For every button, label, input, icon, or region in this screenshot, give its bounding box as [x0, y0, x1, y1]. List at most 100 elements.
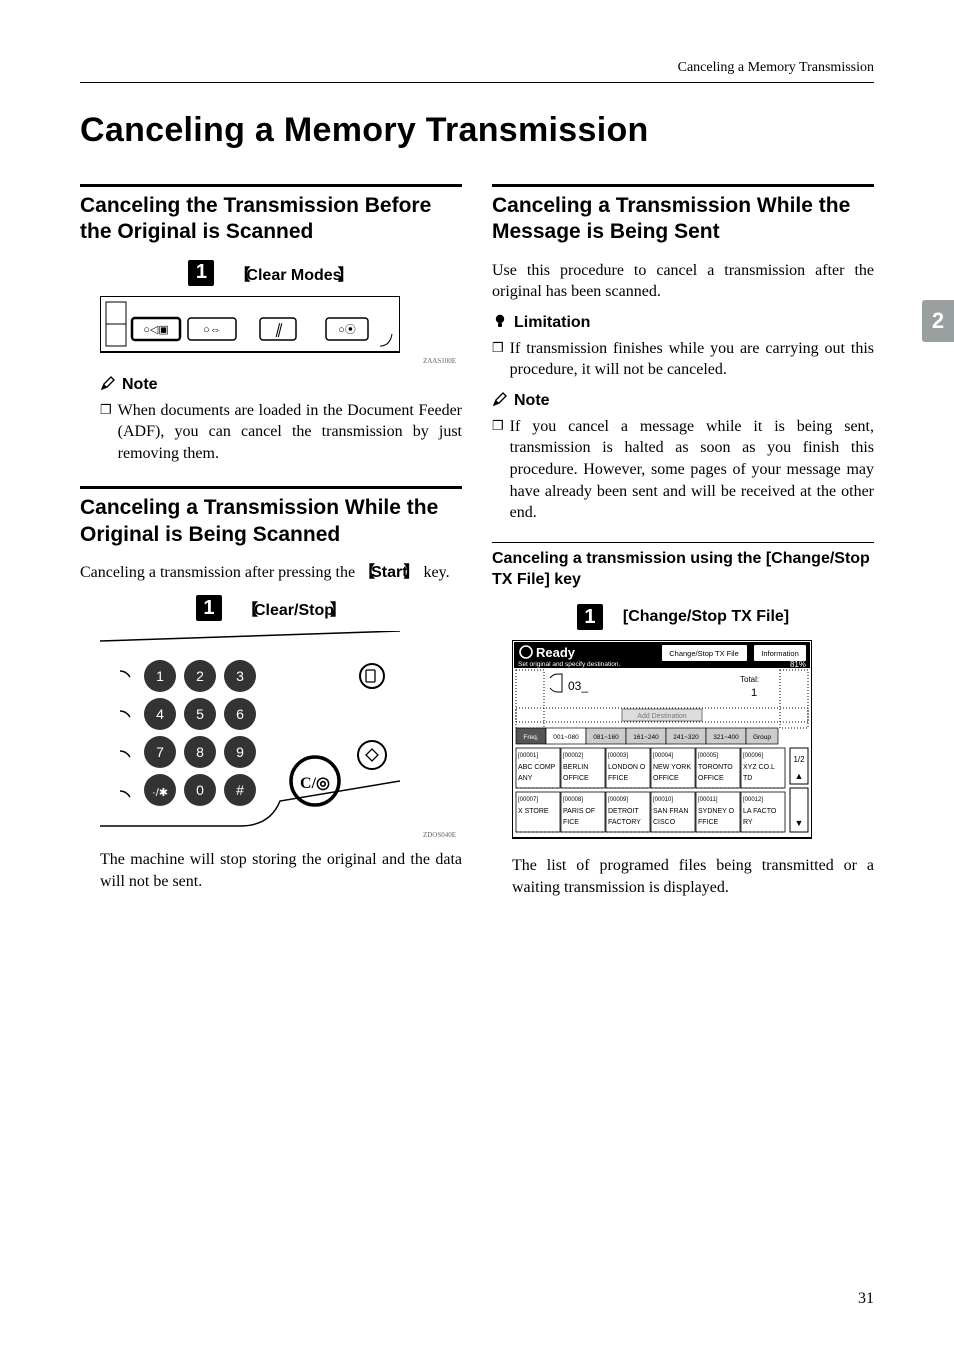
svg-text:LONDON O: LONDON O — [608, 764, 646, 771]
svg-text:▲: ▲ — [795, 771, 804, 781]
note-heading: Note — [492, 391, 874, 412]
limitation-heading: Limitation — [492, 313, 874, 334]
svg-text:RY: RY — [743, 819, 753, 826]
chapter-tab: 2 — [922, 300, 954, 342]
header-rule — [80, 82, 874, 83]
svg-text:2: 2 — [196, 668, 204, 684]
step-number-badge: 1 — [188, 260, 214, 286]
limitation-label: Limitation — [514, 314, 590, 332]
svg-text:Change/Stop TX File: Change/Stop TX File — [669, 649, 739, 658]
page-title: Canceling a Memory Transmission — [80, 111, 874, 150]
svg-text:TORONTO: TORONTO — [698, 764, 733, 771]
svg-text:[00004]: [00004] — [653, 753, 673, 759]
svg-text:XYZ CO.L: XYZ CO.L — [743, 764, 775, 771]
illustration-code: ZAAS100E — [100, 357, 456, 365]
svg-text:[00011]: [00011] — [698, 797, 718, 803]
svg-text:ABC COMP: ABC COMP — [518, 764, 556, 771]
svg-text:3: 3 — [236, 668, 244, 684]
svg-text:NEW YORK: NEW YORK — [653, 764, 691, 771]
svg-text:8: 8 — [196, 744, 204, 760]
svg-text:[00010]: [00010] — [653, 797, 673, 803]
svg-text:○⦿: ○⦿ — [338, 323, 356, 336]
svg-text:[00006]: [00006] — [743, 753, 763, 759]
svg-text:9: 9 — [236, 744, 244, 760]
keypad-illustration: C/◎ 1 2 3 4 5 6 — [100, 631, 462, 839]
section-rule — [80, 486, 462, 489]
svg-text:Add Destination: Add Destination — [637, 713, 687, 720]
svg-text:FFICE: FFICE — [608, 775, 629, 782]
subsection-rule — [492, 542, 874, 543]
svg-text:OFFICE: OFFICE — [698, 775, 724, 782]
display-ready-label: Ready — [536, 645, 576, 660]
step-1-clear-modes: 1 Clear Modes — [80, 260, 462, 286]
svg-text:[00007]: [00007] — [518, 797, 538, 803]
svg-text:1: 1 — [751, 687, 757, 699]
pencil-icon — [492, 391, 508, 412]
svg-text:OFFICE: OFFICE — [563, 775, 589, 782]
section-rule — [80, 184, 462, 187]
svg-text:[00001]: [00001] — [518, 753, 538, 759]
svg-text:161~240: 161~240 — [633, 734, 659, 741]
section-heading-before-scan: Canceling the Transmission Before the Or… — [80, 193, 462, 246]
clear-modes-key-label: Clear Modes — [234, 261, 353, 285]
svg-text:∥: ∥ — [275, 323, 283, 338]
note-label: Note — [514, 392, 550, 410]
svg-text:CISCO: CISCO — [653, 819, 676, 826]
svg-text:Group: Group — [753, 734, 771, 741]
illustration-code: ZDOS040E — [100, 831, 456, 839]
svg-text:FFICE: FFICE — [698, 819, 719, 826]
svg-text:1: 1 — [156, 668, 164, 684]
svg-text:0: 0 — [196, 782, 204, 798]
subsection-heading: Canceling a transmission using the [Chan… — [492, 549, 874, 591]
note-heading: Note — [100, 375, 462, 396]
section-heading-while-sending: Canceling a Transmission While the Messa… — [492, 193, 874, 246]
svg-text:DETROIT: DETROIT — [608, 808, 639, 815]
svg-text:#: # — [236, 782, 244, 798]
svg-text:OFFICE: OFFICE — [653, 775, 679, 782]
two-column-layout: Canceling the Transmission Before the Or… — [80, 184, 874, 899]
step-number-badge: 1 — [577, 604, 603, 630]
svg-text:○◁▣: ○◁▣ — [143, 324, 169, 336]
svg-text:321~400: 321~400 — [713, 734, 739, 741]
svg-text:[00002]: [00002] — [563, 753, 583, 759]
svg-text:○⇔: ○⇔ — [203, 324, 221, 336]
svg-text:[00012]: [00012] — [743, 797, 763, 803]
intro-paragraph: Canceling a transmission after pressing … — [80, 562, 462, 584]
section-rule — [492, 184, 874, 187]
limitation-bullet: ❒ If transmission finishes while you are… — [492, 338, 874, 381]
section-heading-while-scanning: Canceling a Transmission While the Origi… — [80, 495, 462, 548]
svg-text:[00005]: [00005] — [698, 753, 718, 759]
svg-text:X STORE: X STORE — [518, 808, 549, 815]
control-panel-illustration: ○◁▣ ○⇔ ∥ ○⦿ ZAAS100E — [100, 296, 462, 365]
svg-text:Total:: Total: — [740, 675, 759, 684]
intro-paragraph: Use this procedure to cancel a transmiss… — [492, 260, 874, 303]
note-bullet: ❒ If you cancel a message while it is be… — [492, 416, 874, 524]
note-label: Note — [122, 376, 158, 394]
svg-text:001~080: 001~080 — [553, 734, 579, 741]
step-1-clear-stop: 1 Clear/Stop — [80, 595, 462, 621]
lcd-display-illustration: Ready Set original and specify destinati… — [512, 640, 874, 845]
svg-text:081~160: 081~160 — [593, 734, 619, 741]
svg-text:7: 7 — [156, 744, 164, 760]
note-text: If you cancel a message while it is bein… — [510, 416, 874, 524]
right-column: Canceling a Transmission While the Messa… — [492, 184, 874, 899]
svg-text:81%: 81% — [790, 660, 806, 669]
step-1-change-stop-tx: 1 [Change/Stop TX File] — [492, 604, 874, 630]
svg-text:FACTORY: FACTORY — [608, 819, 641, 826]
left-column: Canceling the Transmission Before the Or… — [80, 184, 462, 899]
note-text: When documents are loaded in the Documen… — [118, 400, 462, 465]
step-number-badge: 1 — [196, 595, 222, 621]
clear-stop-key-label: Clear/Stop — [242, 596, 346, 620]
running-header: Canceling a Memory Transmission — [80, 60, 874, 76]
svg-text:241~320: 241~320 — [673, 734, 699, 741]
svg-text:FICE: FICE — [563, 819, 579, 826]
svg-text:SYDNEY O: SYDNEY O — [698, 808, 735, 815]
svg-text:ANY: ANY — [518, 775, 533, 782]
svg-text:1/2: 1/2 — [793, 755, 805, 764]
svg-text:[00008]: [00008] — [563, 797, 583, 803]
svg-text:[00003]: [00003] — [608, 753, 628, 759]
change-stop-tx-file-label: [Change/Stop TX File] — [623, 608, 789, 626]
svg-text:03_: 03_ — [568, 679, 588, 693]
page-number: 31 — [858, 1290, 874, 1308]
bullet-marker: ❒ — [492, 338, 504, 381]
